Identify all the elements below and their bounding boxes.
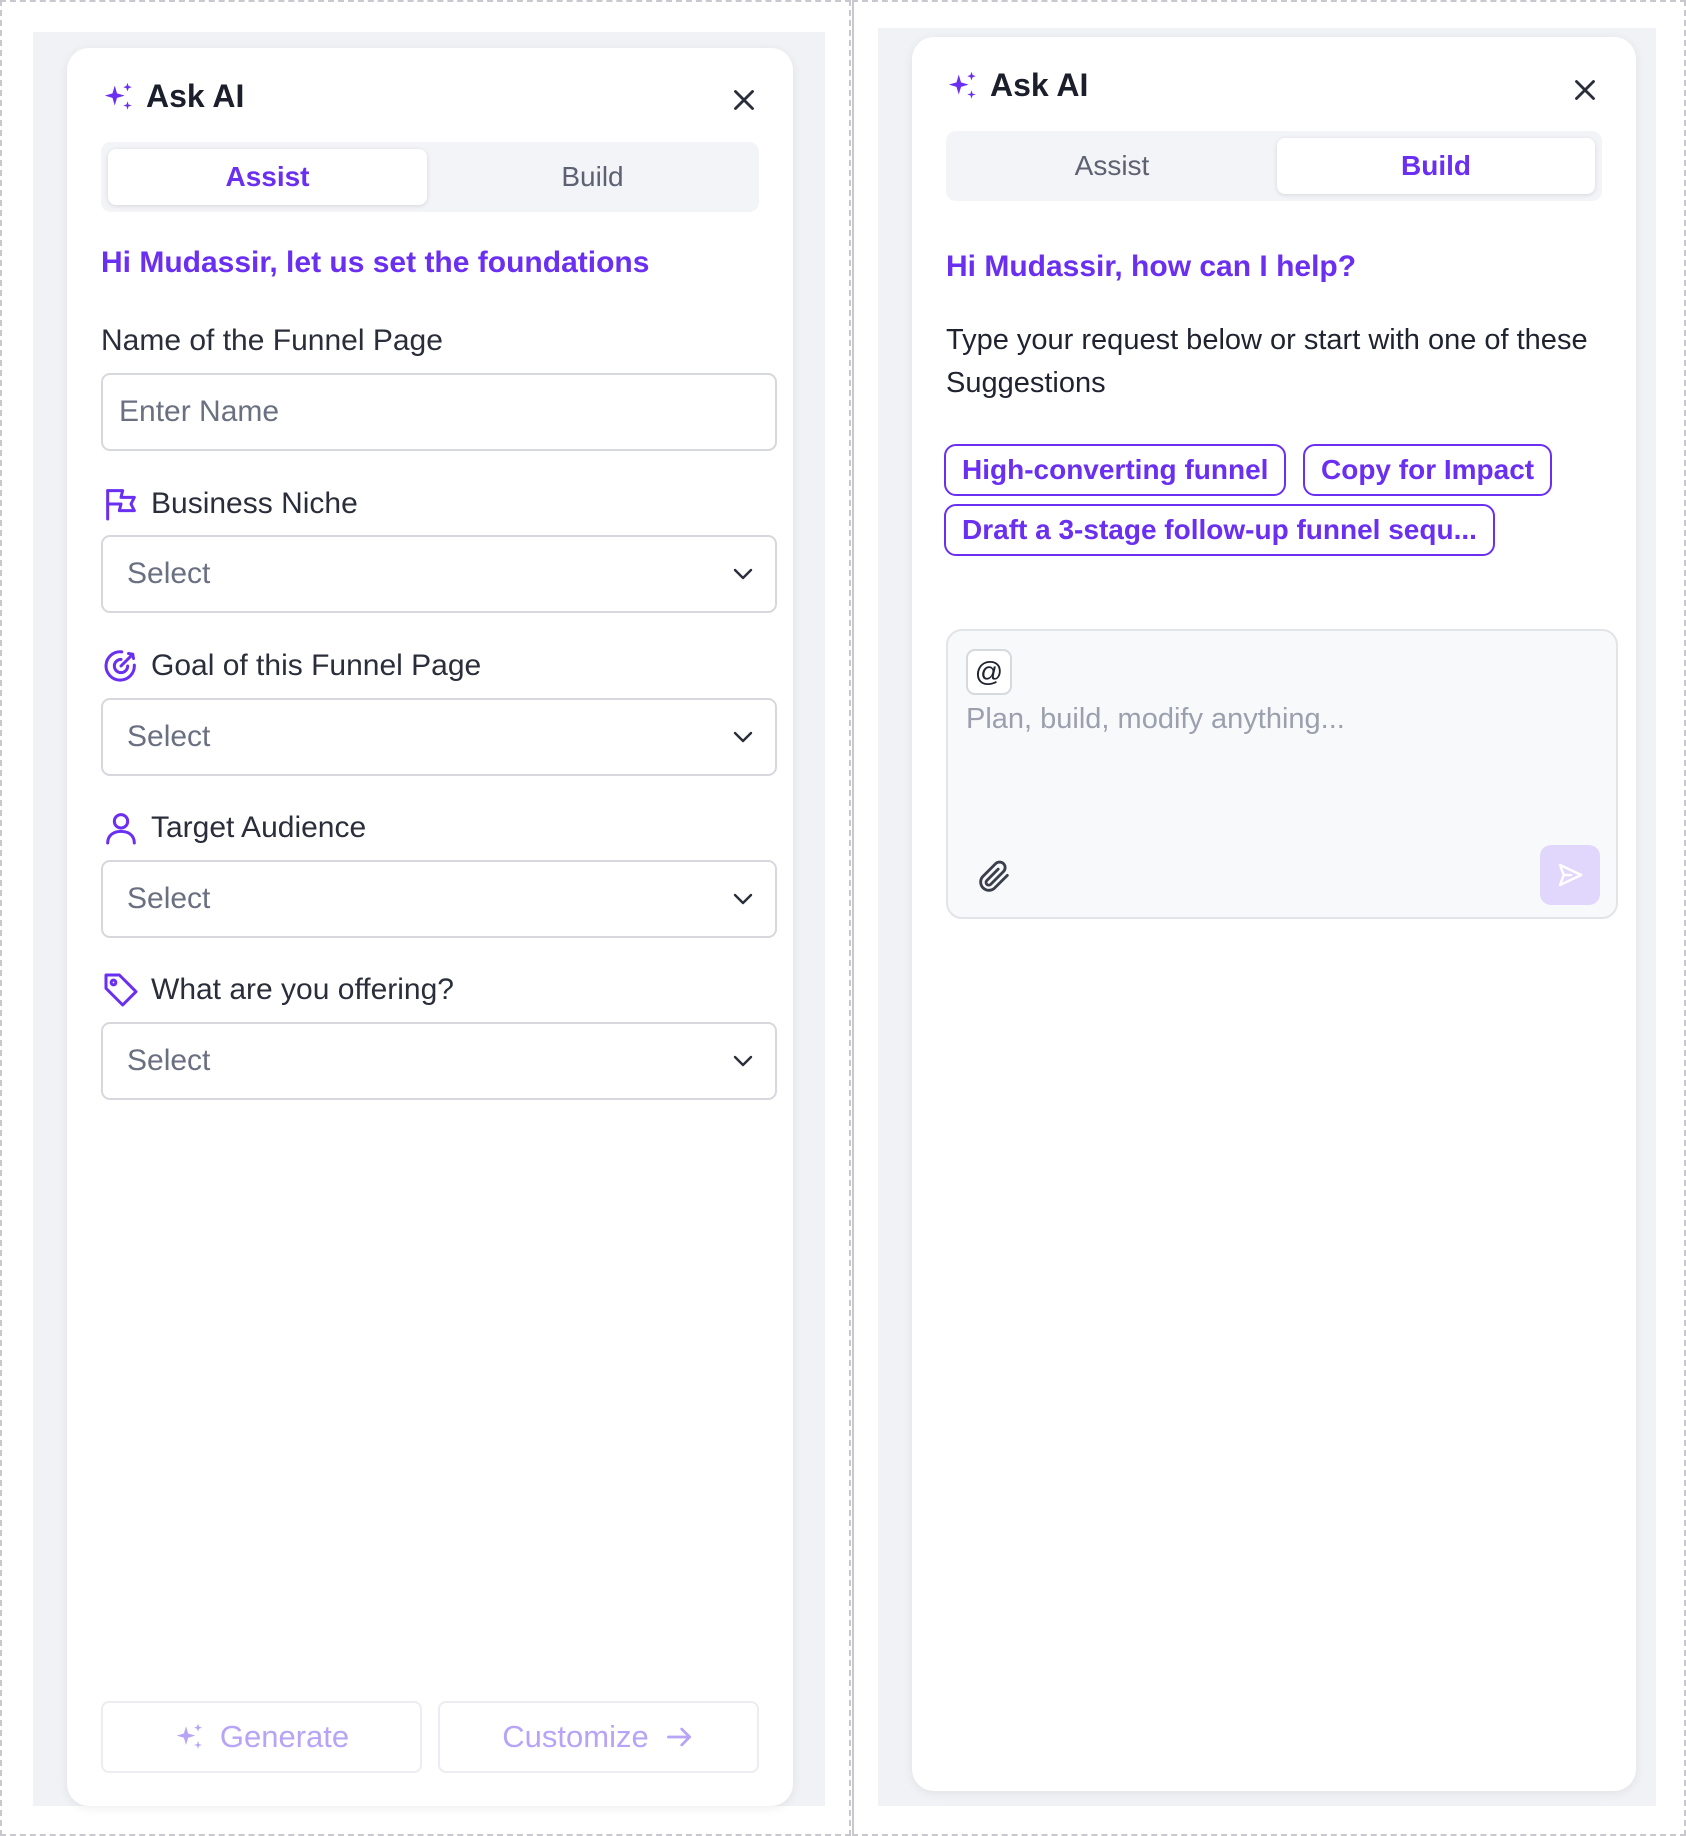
- customize-label: Customize: [502, 1719, 649, 1754]
- panel-title: Ask AI: [146, 78, 245, 114]
- offering-label-text: What are you offering?: [151, 973, 454, 1006]
- chevron-down-icon: [727, 883, 759, 915]
- offering-select[interactable]: Select: [101, 1022, 777, 1100]
- tab-build[interactable]: Build: [433, 149, 752, 205]
- suggestion-chip[interactable]: High-converting funnel: [944, 444, 1287, 496]
- generate-label: Generate: [219, 1719, 350, 1754]
- tab-assist[interactable]: Assist: [953, 138, 1271, 194]
- customize-button[interactable]: Customize: [438, 1701, 759, 1773]
- mode-tabs: Assist Build: [101, 142, 759, 212]
- ask-ai-assist-panel: Ask AI Assist Build Hi Mudassir, let us …: [67, 48, 793, 1806]
- generate-button[interactable]: Generate: [101, 1701, 422, 1773]
- prompt-composer: @: [946, 629, 1618, 919]
- sparkles-icon: [174, 1721, 206, 1753]
- target-audience-label-text: Target Audience: [151, 811, 367, 844]
- goal-label: Goal of this Funnel Page: [101, 646, 481, 686]
- target-audience-select[interactable]: Select: [101, 860, 777, 938]
- goal-select[interactable]: Select: [101, 698, 777, 776]
- greeting-text: Hi Mudassir, let us set the foundations: [101, 246, 650, 279]
- panel-header: Ask AI: [946, 67, 1088, 104]
- ask-ai-build-panel: Ask AI Assist Build Hi Mudassir, how can…: [912, 37, 1636, 1791]
- mention-button[interactable]: @: [966, 649, 1012, 695]
- user-icon: [101, 808, 141, 848]
- offering-label: What are you offering?: [101, 970, 454, 1010]
- business-niche-label-text: Business Niche: [151, 487, 358, 520]
- send-button[interactable]: [1540, 845, 1600, 905]
- arrow-right-icon: [663, 1721, 695, 1753]
- business-niche-label: Business Niche: [101, 484, 358, 524]
- panel-title: Ask AI: [990, 67, 1089, 103]
- tab-assist[interactable]: Assist: [108, 149, 427, 205]
- offering-value: Select: [127, 1044, 211, 1077]
- mode-tabs: Assist Build: [946, 131, 1602, 201]
- chevron-down-icon: [727, 1045, 759, 1077]
- target-audience-label: Target Audience: [101, 808, 366, 848]
- suggestion-chip[interactable]: Draft a 3-stage follow-up funnel sequ...: [944, 504, 1495, 556]
- target-icon: [101, 646, 141, 686]
- chevron-down-icon: [727, 721, 759, 753]
- tab-build[interactable]: Build: [1277, 138, 1595, 194]
- tag-icon: [101, 970, 141, 1010]
- suggestion-chip[interactable]: Copy for Impact: [1303, 444, 1553, 496]
- close-icon[interactable]: [727, 83, 761, 117]
- send-icon: [1555, 860, 1585, 890]
- goal-value: Select: [127, 720, 211, 753]
- panel-header: Ask AI: [102, 78, 244, 115]
- goal-label-text: Goal of this Funnel Page: [151, 649, 482, 682]
- close-icon[interactable]: [1568, 73, 1602, 107]
- flag-icon: [101, 484, 141, 524]
- paperclip-icon[interactable]: [974, 857, 1014, 897]
- sparkles-icon: [946, 69, 980, 103]
- business-niche-value: Select: [127, 557, 211, 590]
- chevron-down-icon: [727, 558, 759, 590]
- funnel-name-input[interactable]: [119, 395, 759, 429]
- funnel-name-label-text: Name of the Funnel Page: [101, 324, 443, 357]
- greeting-text: Hi Mudassir, how can I help?: [946, 250, 1357, 283]
- suggestions-description: Type your request below or start with on…: [946, 324, 1588, 399]
- prompt-input[interactable]: [966, 703, 1596, 813]
- sparkles-icon: [102, 80, 136, 114]
- business-niche-select[interactable]: Select: [101, 535, 777, 613]
- funnel-name-label: Name of the Funnel Page: [101, 324, 443, 358]
- funnel-name-field[interactable]: [101, 373, 777, 451]
- target-audience-value: Select: [127, 882, 211, 915]
